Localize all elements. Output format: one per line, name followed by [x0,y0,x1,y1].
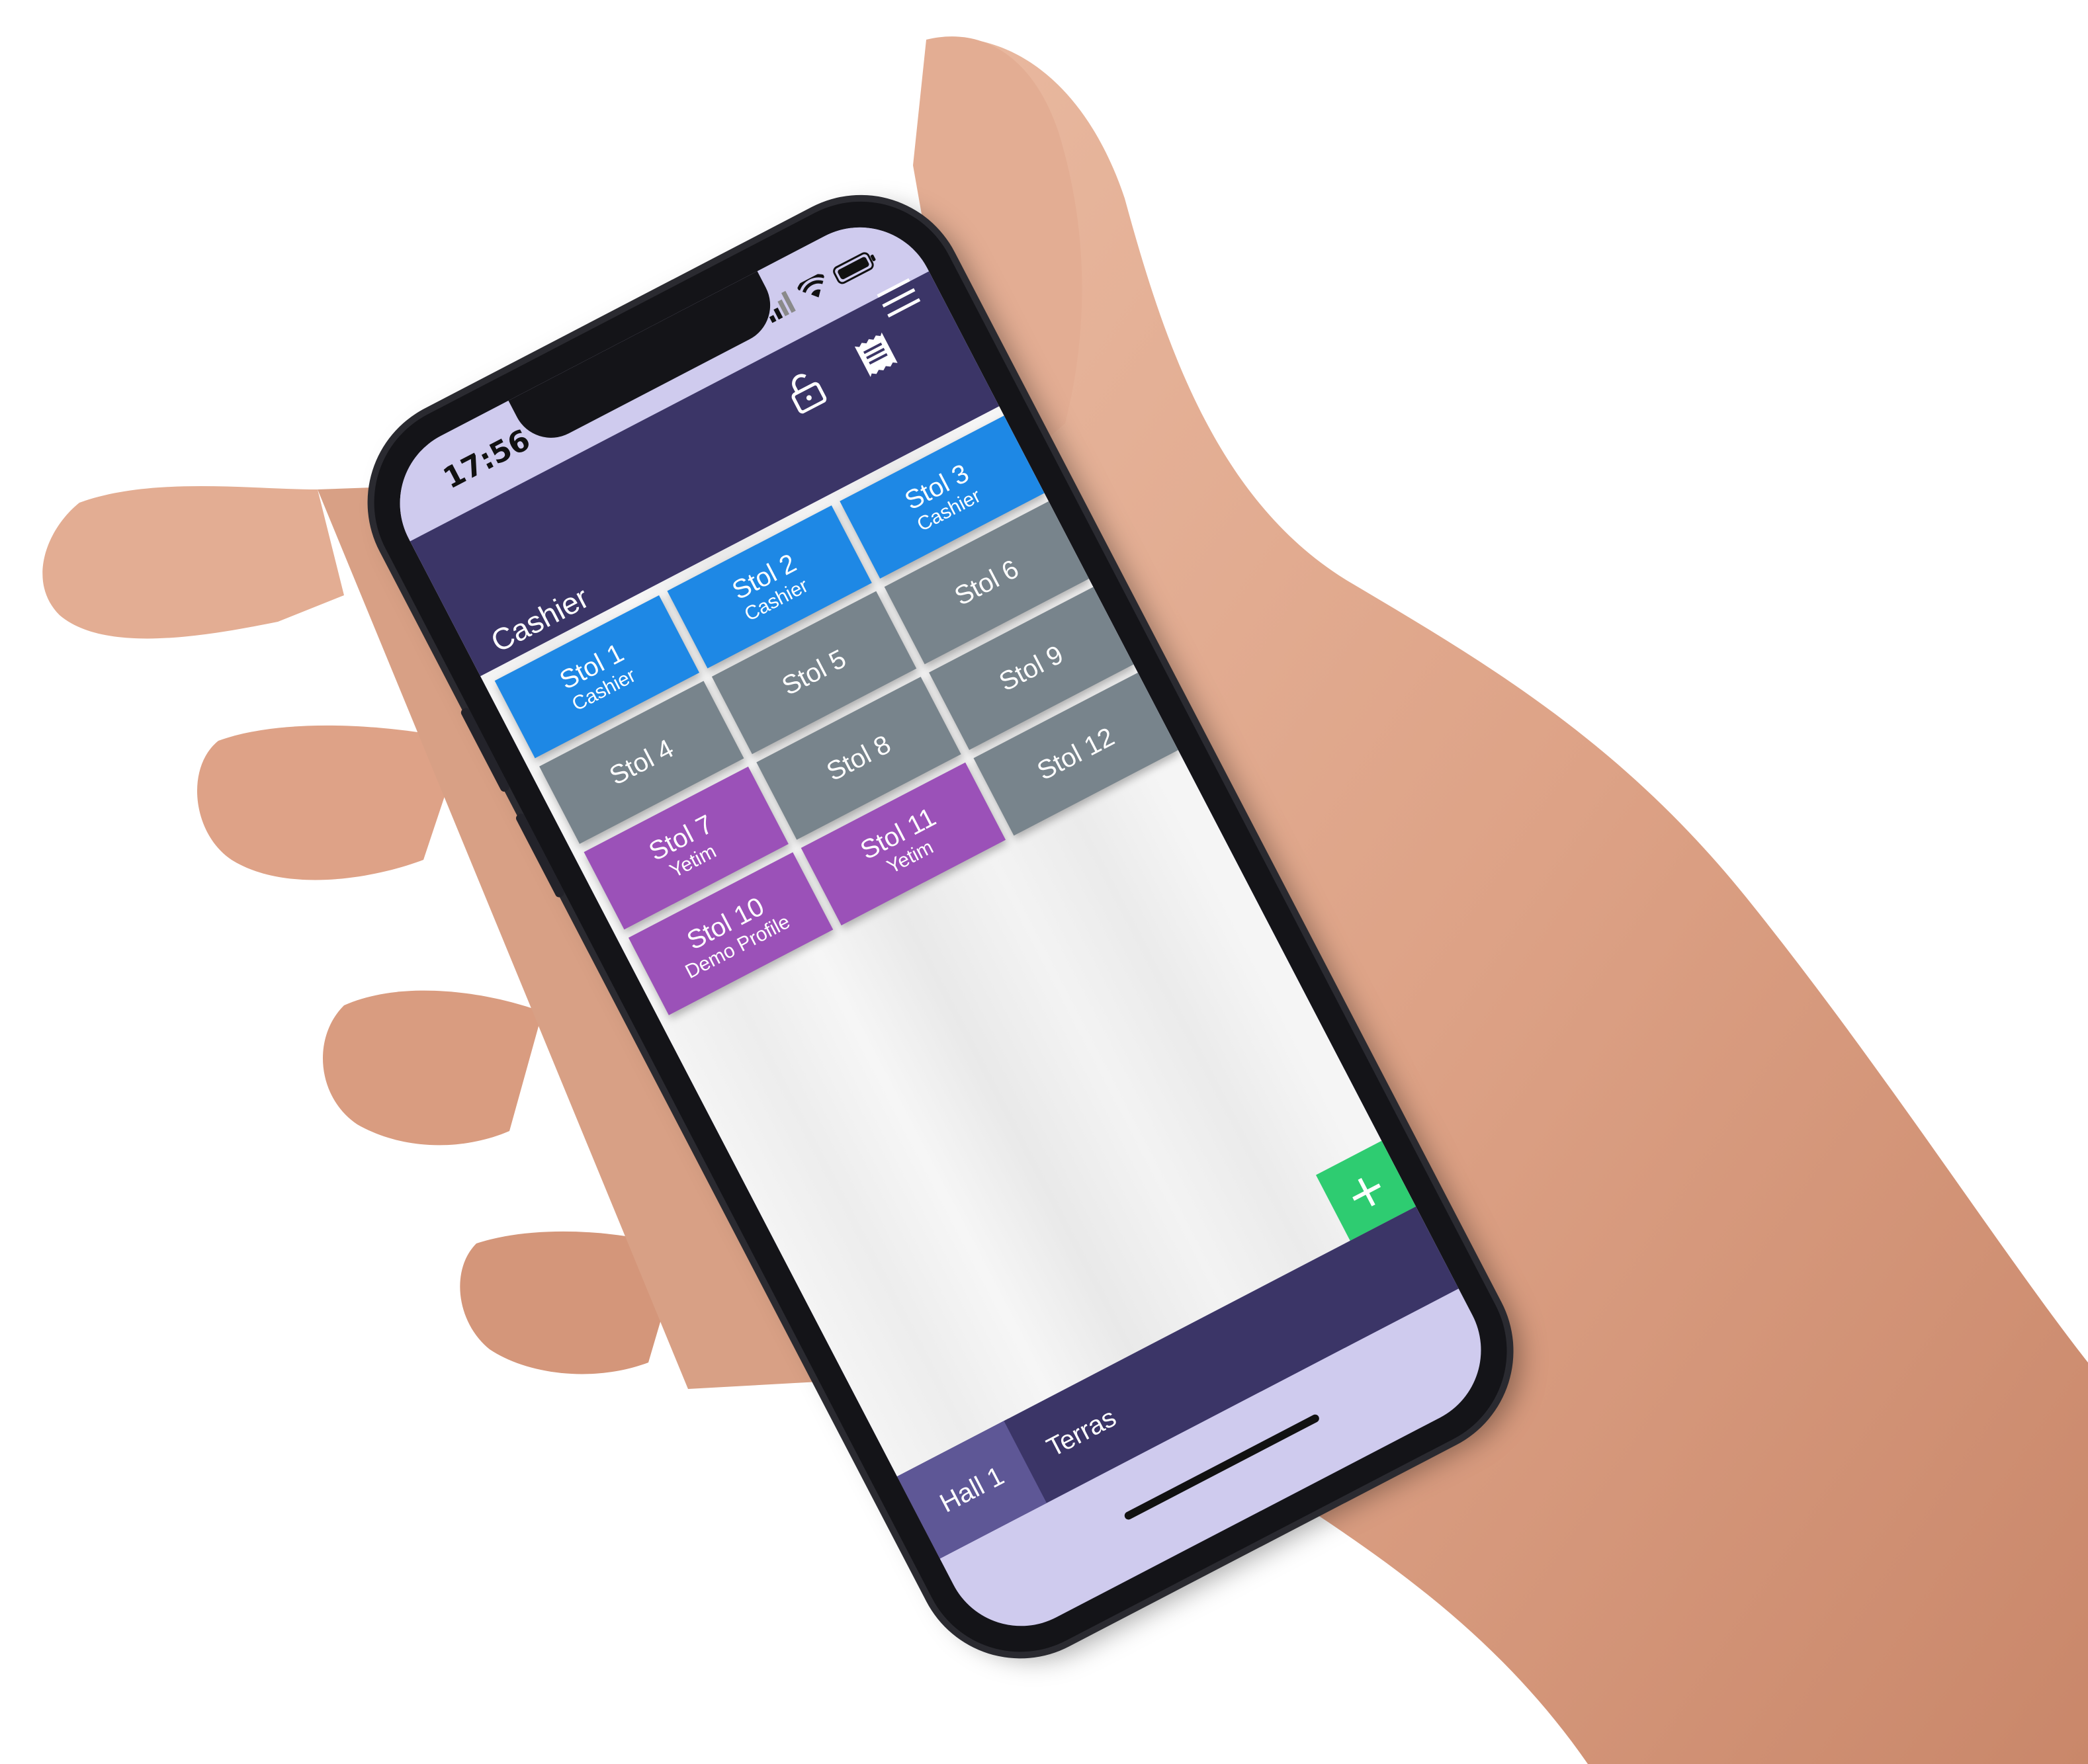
table-name: Stol 12 [1032,722,1119,786]
unlock-button[interactable] [775,360,837,423]
hamburger-menu-icon [877,278,921,318]
unlock-icon [791,374,827,414]
table-name: Stol 9 [994,640,1068,697]
battery-icon [833,252,876,284]
table-name: Stol 6 [949,554,1023,612]
middle-finger-shape [196,725,463,880]
ring-finger-shape [322,990,543,1146]
index-finger-shape [42,486,344,639]
wifi-icon [797,274,825,298]
table-name: Stol 8 [822,730,896,787]
table-name: Stol 4 [605,734,679,791]
receipt-icon [854,332,898,378]
receipt-button[interactable] [845,323,907,386]
table-name: Stol 5 [777,644,851,702]
